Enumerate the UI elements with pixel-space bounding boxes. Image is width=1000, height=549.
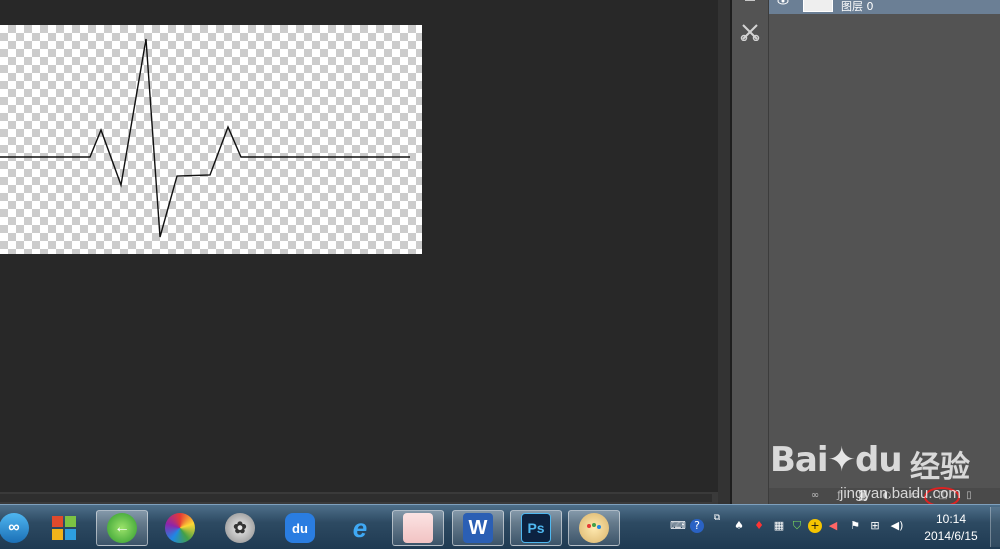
collapse-icon[interactable] [734, 0, 766, 14]
taskbar-app-ie[interactable]: e [334, 510, 386, 546]
scrollbar-thumb[interactable] [0, 494, 712, 502]
windows-start-icon: ∞ [0, 513, 29, 543]
system-clock[interactable]: 10:14 2014/6/15 [912, 511, 990, 545]
colorful-ball-icon [165, 513, 195, 543]
taskbar-app-colorful[interactable] [154, 510, 206, 546]
taskbar-app-word[interactable]: W [452, 510, 504, 546]
network-icon[interactable]: ⊞ [868, 519, 882, 533]
baidu-logo: Bai✦du [770, 440, 903, 480]
baidu-du-icon: du [285, 513, 315, 543]
clock-time: 10:14 [935, 512, 967, 526]
taskbar-app-green-browser[interactable]: ← [96, 510, 148, 546]
antivirus-icon[interactable]: ♦ [752, 519, 766, 533]
taskbar-app-baidu[interactable]: du [274, 510, 326, 546]
taskbar-app-paint[interactable] [568, 510, 620, 546]
plus-icon[interactable]: + [808, 519, 822, 533]
volume-icon[interactable]: ◀) [890, 519, 904, 533]
taskbar-app-image-viewer[interactable] [392, 510, 444, 546]
keyboard-icon[interactable]: ⌨ [670, 519, 686, 533]
horizontal-scrollbar[interactable] [0, 492, 730, 504]
help-icon[interactable]: ? [690, 519, 704, 533]
panel-tool-strip [732, 0, 768, 504]
layer-row-selected[interactable]: 图层 0 [769, 0, 1000, 14]
layers-panel: 图层 0 ∞ ƒ ◙ ◐ ▭ ◫ ▯ [768, 0, 1000, 504]
qq-icon[interactable]: ♠ [732, 519, 746, 533]
network-monitor-icon[interactable]: ▦ [772, 519, 786, 533]
document-canvas[interactable] [0, 25, 422, 254]
taskbar-app-windows-store[interactable] [38, 510, 90, 546]
baidu-jingyan-watermark: Bai✦du 经验 jingyan.baidu.com [770, 440, 1000, 506]
canvas-area[interactable] [0, 0, 718, 492]
start-button[interactable]: ∞ [0, 510, 40, 546]
green-browser-icon: ← [107, 513, 137, 543]
photoshop-icon: Ps [521, 513, 551, 543]
layer-name[interactable]: 图层 0 [841, 0, 874, 14]
ie-icon: e [352, 512, 368, 543]
paint-palette-icon [579, 513, 609, 543]
watermark-url: jingyan.baidu.com [840, 485, 961, 502]
taskbar-app-photoshop[interactable]: Ps [510, 510, 562, 546]
window-icon[interactable]: ⧉ [710, 511, 724, 525]
film-reel-icon: ✿ [225, 513, 255, 543]
store-icon [49, 513, 79, 543]
speaker-muted-icon[interactable]: ◀ [826, 519, 840, 533]
windows-taskbar: ∞ ← ✿ du e W Ps ⌨ ? ⧉ ♠ ♦ ▦ ⛉ + ◀ ⚑ ⊞ ◀)… [0, 504, 1000, 549]
shield-icon[interactable]: ⛉ [790, 519, 804, 533]
eye-icon[interactable] [777, 0, 789, 8]
tools-icon[interactable] [734, 18, 766, 46]
word-icon: W [463, 513, 493, 543]
jingyan-text: 经验 [910, 450, 970, 485]
show-desktop-button[interactable] [990, 507, 1000, 547]
image-thumbnail-icon [403, 513, 433, 543]
flag-icon[interactable]: ⚑ [848, 519, 862, 533]
vertical-scrollbar[interactable] [718, 0, 730, 504]
paw-icon: ✦ [827, 440, 856, 480]
taskbar-app-media-player[interactable]: ✿ [214, 510, 266, 546]
heartbeat-line [0, 38, 410, 238]
clock-date: 2014/6/15 [924, 529, 978, 543]
layer-thumbnail [803, 0, 833, 12]
